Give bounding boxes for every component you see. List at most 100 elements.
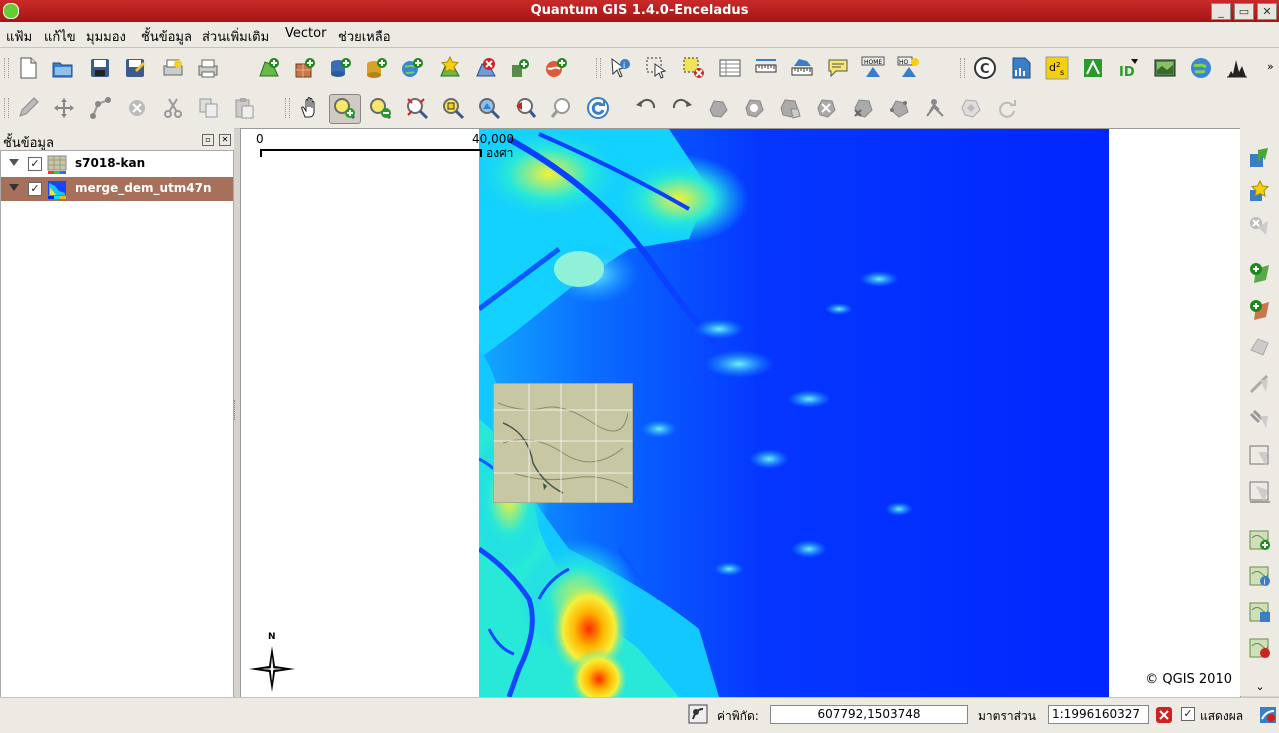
toolbar-grip[interactable] bbox=[596, 58, 601, 78]
map-export-icon[interactable] bbox=[1248, 600, 1272, 624]
add-wfs-layer-icon[interactable] bbox=[544, 56, 568, 80]
edit-side-icon[interactable] bbox=[1248, 335, 1272, 359]
print-icon[interactable] bbox=[196, 56, 220, 80]
add-ring-icon[interactable] bbox=[742, 96, 766, 120]
maximize-button[interactable]: ▭ bbox=[1234, 3, 1254, 20]
reshape-icon[interactable] bbox=[887, 96, 911, 120]
raster-icon[interactable] bbox=[1153, 56, 1177, 80]
menu-layer[interactable]: ชั้นข้อมูล bbox=[141, 26, 192, 47]
toggle-edit-icon[interactable] bbox=[16, 96, 40, 120]
node-tool-icon[interactable] bbox=[89, 96, 113, 120]
toolbar-grip[interactable] bbox=[285, 98, 290, 118]
ho-icon[interactable]: HO bbox=[897, 56, 921, 80]
menu-file[interactable]: แฟ้ม bbox=[6, 26, 32, 47]
node-side-icon[interactable] bbox=[1248, 444, 1272, 468]
minimize-button[interactable]: _ bbox=[1211, 3, 1231, 20]
tool-side-icon[interactable] bbox=[1248, 480, 1272, 504]
zoom-next-icon[interactable] bbox=[550, 96, 574, 120]
attribute-table-icon[interactable] bbox=[718, 56, 742, 80]
toolbar-extension-arrow[interactable]: » bbox=[1267, 60, 1274, 73]
digitize-side-icon[interactable] bbox=[1248, 372, 1272, 396]
layer-visibility-checkbox[interactable]: ✓ bbox=[28, 157, 42, 171]
delete-ring-icon[interactable] bbox=[814, 96, 838, 120]
menu-plugins[interactable]: ส่วนเพิ่มเติม bbox=[202, 26, 269, 47]
globe-icon[interactable] bbox=[1189, 56, 1213, 80]
zoom-layer-icon[interactable] bbox=[477, 96, 501, 120]
add-spatialite-layer-icon[interactable] bbox=[364, 56, 388, 80]
toolbar-grip[interactable] bbox=[4, 58, 9, 78]
map-canvas[interactable]: 0 40,000 องศา N © QGIS 2010 bbox=[240, 128, 1241, 698]
split-icon[interactable] bbox=[923, 96, 947, 120]
home-icon[interactable]: HOME bbox=[861, 56, 885, 80]
save-project-icon[interactable] bbox=[88, 56, 112, 80]
deselect-icon[interactable] bbox=[682, 56, 706, 80]
remove-side-icon[interactable] bbox=[1248, 215, 1272, 239]
delete-feature-icon[interactable] bbox=[125, 96, 149, 120]
paste-icon[interactable] bbox=[232, 96, 256, 120]
move-feature-icon[interactable] bbox=[52, 96, 76, 120]
panel-splitter[interactable] bbox=[234, 400, 239, 420]
map-add-icon[interactable] bbox=[1248, 528, 1272, 552]
more-icon[interactable]: ⌄ bbox=[1248, 680, 1272, 693]
expand-arrow-icon[interactable] bbox=[9, 184, 19, 191]
zoom-in-icon[interactable] bbox=[329, 94, 361, 124]
copyright-icon[interactable]: C bbox=[973, 56, 997, 80]
simplify-icon[interactable] bbox=[706, 96, 730, 120]
layer-item-selected[interactable]: ✓ merge_dem_utm47n bbox=[1, 177, 233, 201]
map-delete-icon[interactable] bbox=[1248, 636, 1272, 660]
stop-render-icon[interactable] bbox=[1155, 706, 1173, 724]
open-project-icon[interactable] bbox=[51, 56, 75, 80]
remove-layer-icon[interactable] bbox=[474, 56, 498, 80]
redo-icon[interactable] bbox=[670, 96, 694, 120]
refresh-icon[interactable] bbox=[586, 96, 610, 120]
new-project-icon[interactable] bbox=[16, 56, 40, 80]
new-vector-layer-icon[interactable] bbox=[438, 55, 462, 80]
layer-visibility-checkbox[interactable]: ✓ bbox=[28, 182, 42, 196]
map-info-icon[interactable]: i bbox=[1248, 564, 1272, 588]
toolbar-grip[interactable] bbox=[4, 98, 9, 118]
layer-item[interactable]: ✓ s7018-kan bbox=[1, 152, 233, 176]
move-side-icon[interactable] bbox=[1248, 408, 1272, 432]
menu-edit[interactable]: แก้ไข bbox=[44, 26, 76, 47]
zoom-out-icon[interactable] bbox=[368, 96, 392, 120]
add-raster-layer-icon[interactable] bbox=[293, 56, 317, 80]
histogram-icon[interactable] bbox=[1225, 56, 1249, 80]
render-indicator-icon[interactable] bbox=[688, 704, 708, 724]
zoom-selection-icon[interactable] bbox=[441, 96, 465, 120]
add-vector-side-icon[interactable] bbox=[1248, 146, 1272, 170]
export-icon[interactable] bbox=[1009, 56, 1033, 80]
projection-icon[interactable] bbox=[1259, 706, 1277, 724]
measure-area-icon[interactable] bbox=[790, 56, 814, 80]
add-island-icon[interactable] bbox=[778, 96, 802, 120]
zoom-full-icon[interactable] bbox=[405, 96, 429, 120]
copy-icon[interactable] bbox=[197, 96, 221, 120]
add-vector-layer-icon[interactable] bbox=[257, 56, 281, 80]
scale-field[interactable]: 1:1996160327 bbox=[1048, 705, 1149, 724]
panel-float-button[interactable]: ▫ bbox=[202, 134, 214, 146]
georeferencer-icon[interactable] bbox=[1081, 56, 1105, 80]
new-layer-side-icon[interactable] bbox=[1248, 261, 1272, 285]
select-features-icon[interactable] bbox=[645, 56, 669, 80]
expand-arrow-icon[interactable] bbox=[9, 159, 19, 166]
undo-icon[interactable] bbox=[634, 96, 658, 120]
cut-icon[interactable] bbox=[161, 96, 185, 120]
render-checkbox[interactable]: ✓ bbox=[1181, 707, 1195, 721]
add-wms-layer-icon[interactable] bbox=[400, 56, 424, 80]
pan-icon[interactable] bbox=[298, 96, 322, 120]
merge-icon[interactable] bbox=[959, 96, 983, 120]
measure-line-icon[interactable] bbox=[754, 56, 778, 80]
overview-add-icon[interactable] bbox=[508, 56, 532, 80]
delete-part-icon[interactable] bbox=[851, 96, 875, 120]
rotate-icon[interactable] bbox=[995, 96, 1019, 120]
add-postgis-layer-icon[interactable] bbox=[328, 56, 352, 80]
menu-view[interactable]: มุมมอง bbox=[86, 26, 126, 47]
add-layer-side-icon[interactable] bbox=[1248, 298, 1272, 322]
toolbar-grip[interactable] bbox=[960, 58, 965, 78]
map-tips-icon[interactable] bbox=[826, 56, 850, 80]
d2s-icon[interactable]: d2s bbox=[1045, 56, 1069, 80]
zoom-last-icon[interactable] bbox=[513, 96, 537, 120]
add-raster-side-icon[interactable] bbox=[1248, 179, 1272, 204]
coordinate-field[interactable]: 607792,1503748 bbox=[770, 705, 968, 724]
menu-help[interactable]: ช่วยเหลือ bbox=[338, 26, 391, 47]
print-composer-icon[interactable] bbox=[161, 56, 185, 80]
